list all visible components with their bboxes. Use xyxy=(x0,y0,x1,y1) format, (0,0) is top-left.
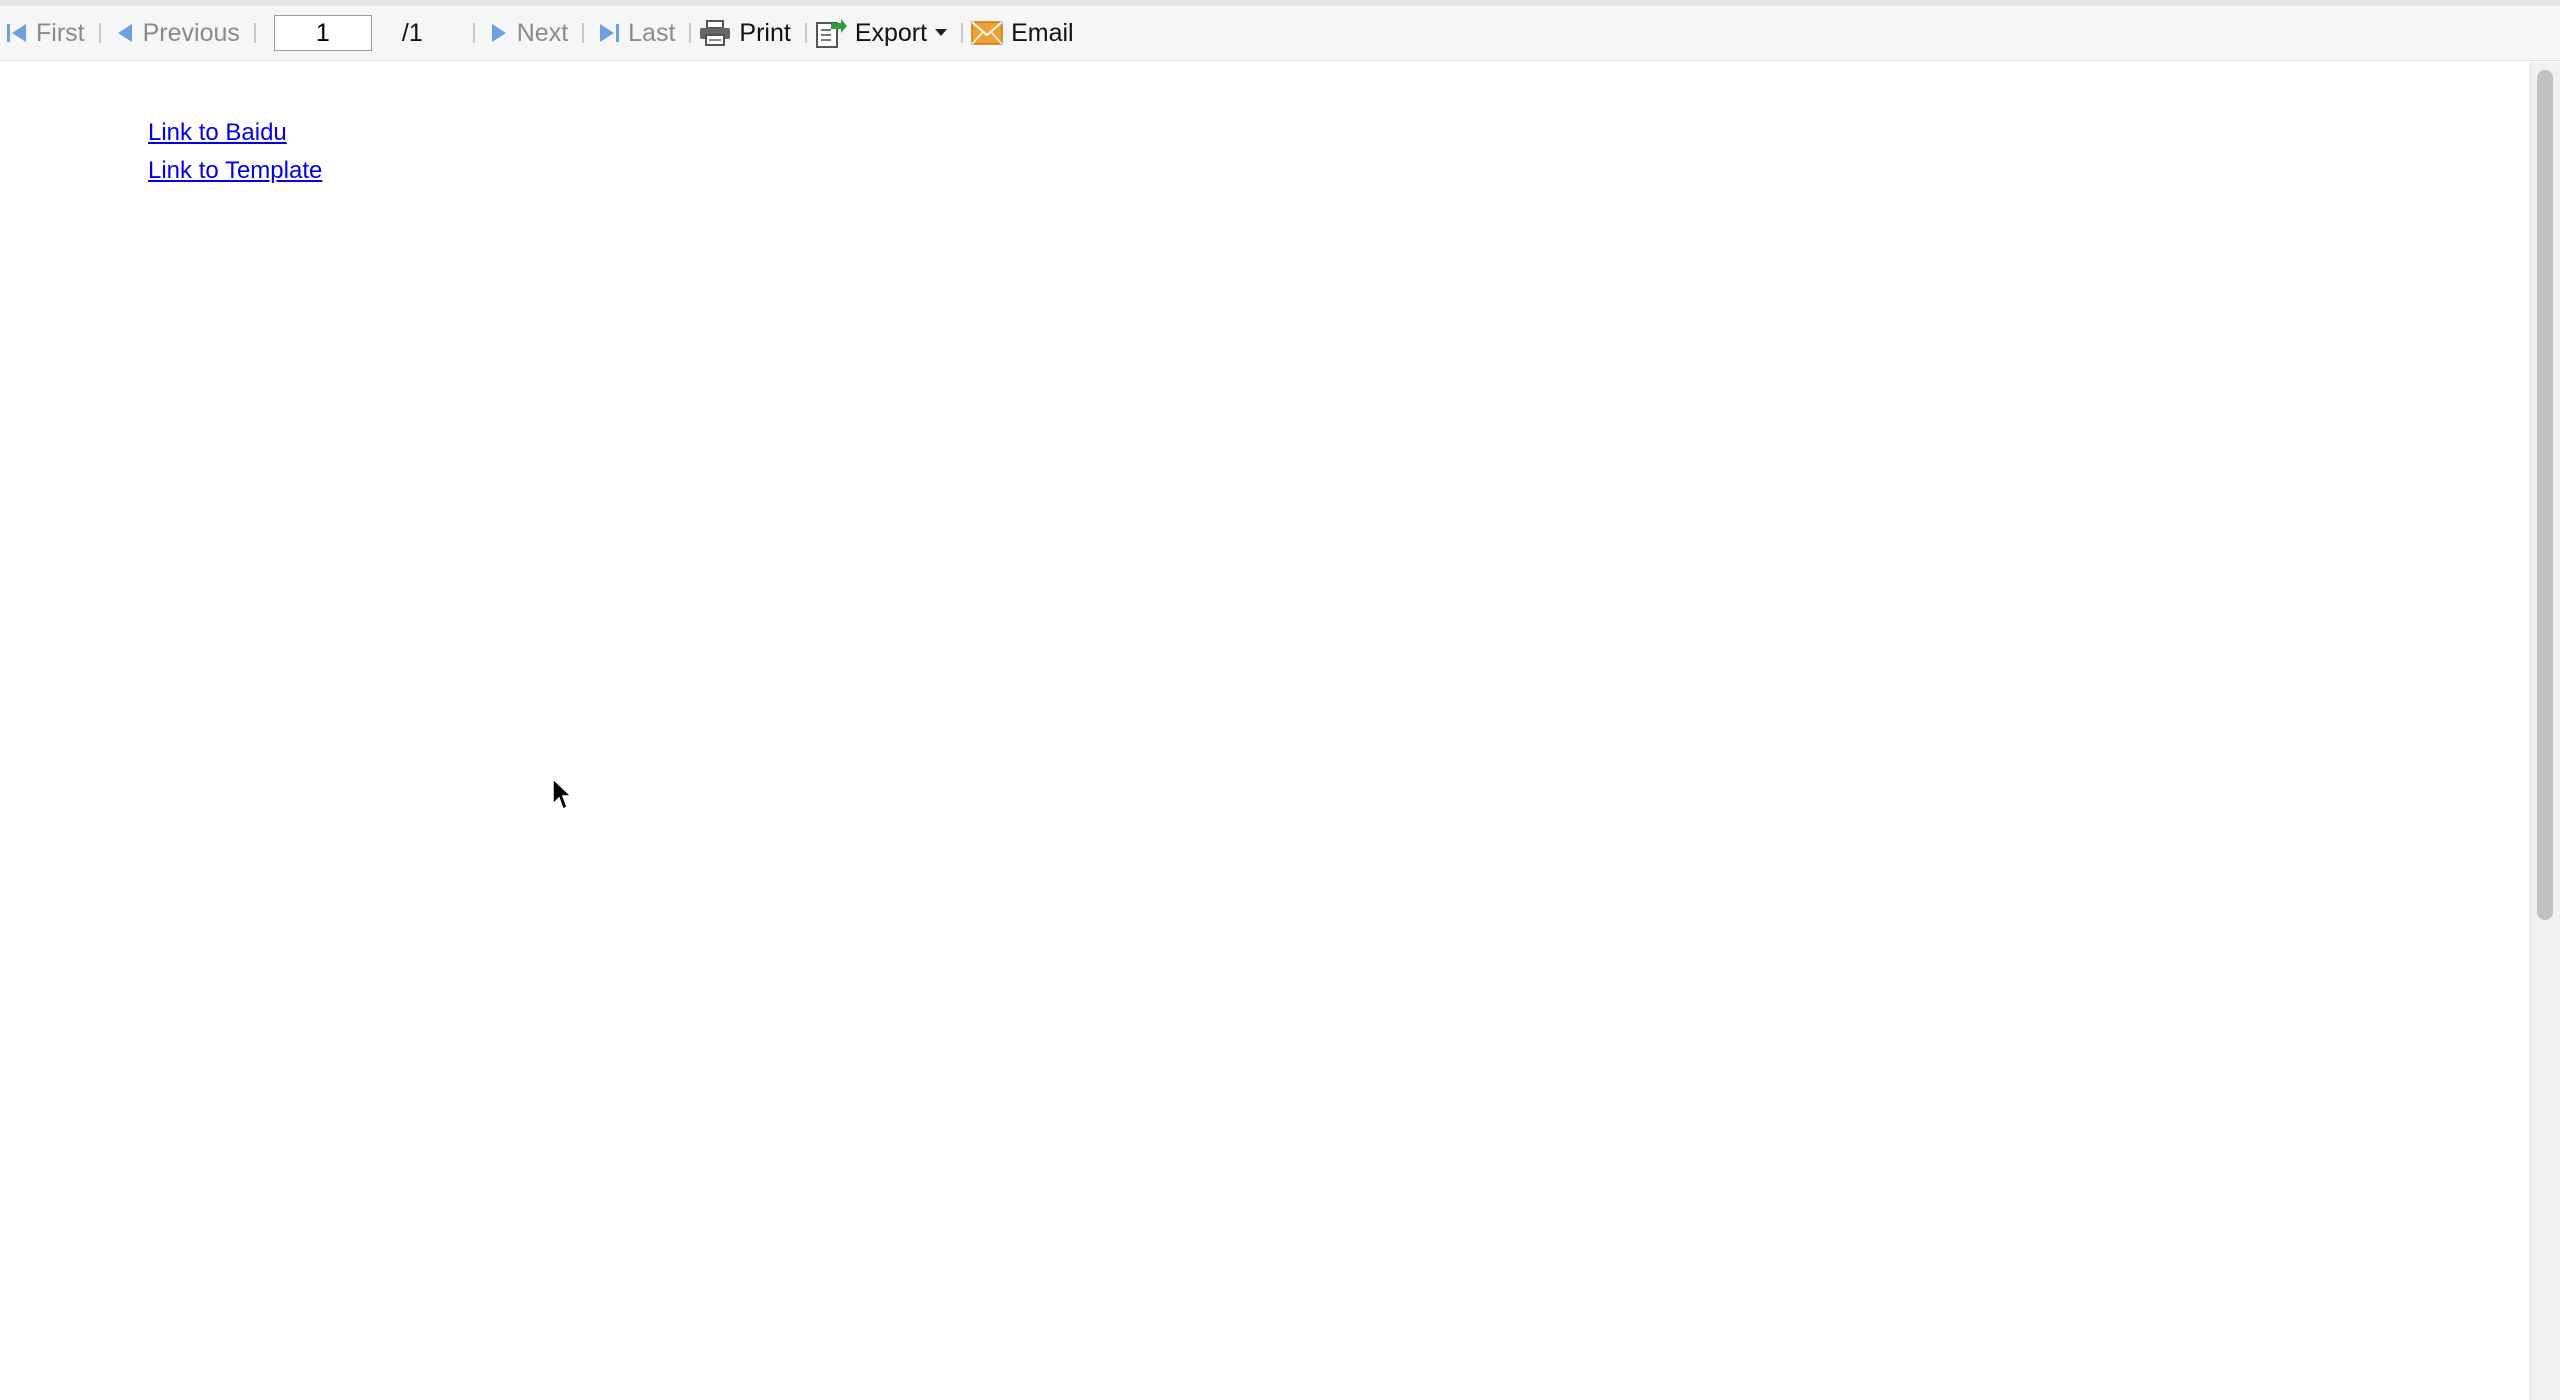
next-page-button[interactable]: Next xyxy=(489,13,568,53)
export-label: Export xyxy=(854,18,928,47)
toolbar-separator xyxy=(582,23,585,43)
first-page-icon xyxy=(6,22,28,44)
report-toolbar: First Previous /1 Next Last xyxy=(0,6,2560,61)
link-list: Link to Baidu Link to Template xyxy=(148,114,322,190)
previous-page-label: Previous xyxy=(142,18,240,47)
toolbar-separator xyxy=(804,23,807,43)
next-page-icon xyxy=(489,22,509,44)
first-page-label: First xyxy=(36,18,85,47)
previous-page-button[interactable]: Previous xyxy=(115,13,240,53)
toolbar-separator xyxy=(472,23,475,43)
report-content: Link to Baidu Link to Template xyxy=(0,62,2530,1400)
toolbar-separator xyxy=(961,23,964,43)
previous-page-icon xyxy=(115,22,135,44)
page-total-count: /1 xyxy=(401,18,423,47)
first-page-button[interactable]: First xyxy=(6,13,85,53)
export-button[interactable]: Export xyxy=(815,13,948,53)
page-number-input[interactable] xyxy=(273,15,372,51)
toolbar-separator xyxy=(98,23,101,43)
toolbar-separator xyxy=(253,23,256,43)
next-page-label: Next xyxy=(516,18,569,47)
email-button[interactable]: Email xyxy=(971,13,1074,53)
last-page-button[interactable]: Last xyxy=(598,13,675,53)
print-button[interactable]: Print xyxy=(699,13,791,53)
last-page-label: Last xyxy=(628,18,676,47)
link-to-template[interactable]: Link to Template xyxy=(148,152,322,190)
printer-icon xyxy=(699,20,731,46)
email-label: Email xyxy=(1011,18,1074,47)
vertical-scrollbar[interactable] xyxy=(2530,62,2560,1400)
envelope-icon xyxy=(971,21,1003,45)
caret-down-icon[interactable] xyxy=(935,29,948,37)
link-to-baidu[interactable]: Link to Baidu xyxy=(148,114,322,152)
print-label: Print xyxy=(739,18,791,47)
scrollbar-thumb[interactable] xyxy=(2537,70,2553,920)
last-page-icon xyxy=(598,22,620,44)
export-icon xyxy=(815,17,847,49)
toolbar-separator xyxy=(689,23,692,43)
